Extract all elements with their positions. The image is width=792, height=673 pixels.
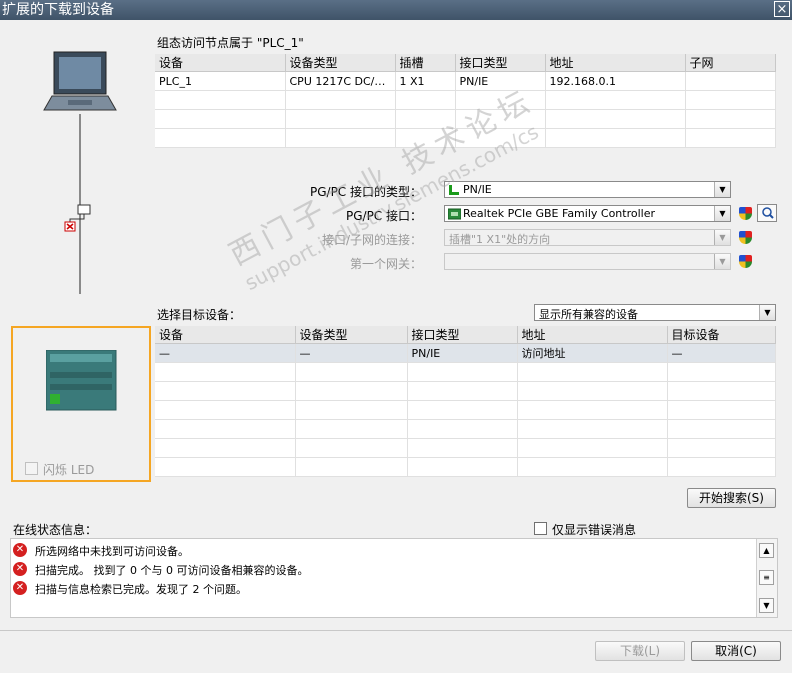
target-filter-select[interactable]: 显示所有兼容的设备 ▼ [534,304,776,321]
error-icon: ✕ [13,543,27,557]
config-header: 设备 [155,54,286,72]
config-caption: 组态访问节点属于 "PLC_1" [157,36,304,50]
chevron-down-icon[interactable]: ▼ [714,182,730,197]
gateway-label: 第一个网关： [349,257,422,271]
config-header: 地址 [545,54,686,72]
table-row [155,109,776,129]
properties-button[interactable] [757,204,777,222]
error-icon: ✕ [13,581,27,595]
start-search-button[interactable]: 开始搜索(S) [687,488,776,508]
scroll-up-icon[interactable]: ▲ [759,543,774,558]
flash-led-checkbox[interactable] [25,462,38,475]
error-icon: ✕ [13,562,27,576]
cell-target-device: — [667,343,776,363]
target-table: 设备 设备类型 接口类型 地址 目标设备 — — PN/IE 访问地址 — [155,326,776,477]
table-row[interactable]: — — PN/IE 访问地址 — [155,343,776,363]
cell-device-type: — [295,343,408,363]
cell-slot: 1 X1 [395,71,456,91]
chevron-down-icon[interactable]: ▼ [714,206,730,221]
download-button[interactable]: 下载(L) [595,641,685,661]
pgpc-type-value: PN/IE [463,183,492,196]
magnifier-icon [762,207,774,219]
cell-device-type: CPU 1217C DC/D... [285,71,396,91]
laptop-icon [43,51,117,111]
connection-select[interactable]: 插槽"1 X1"处的方向 ▼ [444,229,731,246]
target-label: 选择目标设备： [157,308,242,322]
pgpc-interface-label: PG/PC 接口： [345,209,422,223]
connection-value: 插槽"1 X1"处的方向 [449,233,551,246]
cancel-button[interactable]: 取消(C) [691,641,781,661]
config-header: 设备类型 [285,54,396,72]
cell-device: PLC_1 [155,71,286,91]
close-icon[interactable]: × [774,1,790,17]
chevron-down-icon[interactable]: ▼ [714,230,730,245]
only-errors-checkbox[interactable] [534,522,547,535]
table-row [155,438,776,458]
shield-icon[interactable] [739,255,752,268]
shield-icon[interactable] [739,207,752,220]
chevron-down-icon[interactable]: ▼ [714,254,730,269]
window-title: 扩展的下载到设备 [2,2,114,18]
target-header: 目标设备 [667,326,776,344]
cell-interface-type: PN/IE [455,71,546,91]
target-header: 接口类型 [407,326,518,344]
pgpc-interface-select[interactable]: Realtek PCIe GBE Family Controller ▼ [444,205,731,222]
pgpc-interface-value: Realtek PCIe GBE Family Controller [463,207,656,220]
divider [0,630,792,631]
table-row [155,381,776,401]
network-green-icon [449,185,459,195]
scroll-down-icon[interactable]: ▼ [759,598,774,613]
config-header: 接口类型 [455,54,546,72]
table-row [155,362,776,382]
title-bar: 扩展的下载到设备 × [0,0,792,20]
flash-led-label: 闪烁 LED [43,463,95,477]
status-message: 扫描与信息检索已完成。发现了 2 个问题。 [35,583,247,596]
target-header: 设备类型 [295,326,408,344]
only-errors-label: 仅显示错误消息 [552,523,637,537]
dialog-body: 闪烁 LED 组态访问节点属于 "PLC_1" 设备 设备类型 插槽 接口类型 … [0,20,792,673]
config-table: 设备 设备类型 插槽 接口类型 地址 子网 PLC_1 CPU 1217C DC… [155,54,776,148]
cell-device: — [155,343,296,363]
scrollbar[interactable]: ▲ ≡ ▼ [756,539,777,617]
gateway-select[interactable]: ▼ [444,253,731,270]
network-connector-icon [64,204,91,232]
cell-address: 192.168.0.1 [545,71,686,91]
table-row[interactable]: PLC_1 CPU 1217C DC/D... 1 X1 PN/IE 192.1… [155,71,776,91]
config-header: 子网 [685,54,776,72]
config-header: 插槽 [395,54,456,72]
table-row [155,419,776,439]
target-filter-value: 显示所有兼容的设备 [539,308,638,321]
target-header: 设备 [155,326,296,344]
cell-subnet [685,71,776,91]
status-label: 在线状态信息： [13,523,98,537]
table-row [155,400,776,420]
status-message: 扫描完成。 找到了 0 个与 0 可访问设备相兼容的设备。 [35,564,309,577]
list-item[interactable]: ✕ 扫描与信息检索已完成。发现了 2 个问题。 [13,579,757,597]
target-device-frame: 闪烁 LED [11,326,151,482]
cell-address: 访问地址 [517,343,668,363]
list-item[interactable]: ✕ 扫描完成。 找到了 0 个与 0 可访问设备相兼容的设备。 [13,560,757,578]
network-card-icon [448,208,461,220]
shield-icon[interactable] [739,231,752,244]
cell-interface-type: PN/IE [407,343,518,363]
target-header: 地址 [517,326,668,344]
status-messages-pane: ✕ 所选网络中未找到可访问设备。 ✕ 扫描完成。 找到了 0 个与 0 可访问设… [10,538,778,618]
table-row [155,90,776,110]
table-row [155,128,776,148]
pgpc-type-select[interactable]: PN/IE ▼ [444,181,731,198]
scroll-thumb[interactable]: ≡ [759,570,774,585]
chevron-down-icon[interactable]: ▼ [759,305,775,320]
connection-label: 接口/子网的连接： [321,233,422,247]
pgpc-type-label: PG/PC 接口的类型： [309,185,422,199]
plc-device-icon [46,350,117,411]
table-row [155,457,776,477]
status-message: 所选网络中未找到可访问设备。 [35,545,189,558]
list-item[interactable]: ✕ 所选网络中未找到可访问设备。 [13,541,757,559]
